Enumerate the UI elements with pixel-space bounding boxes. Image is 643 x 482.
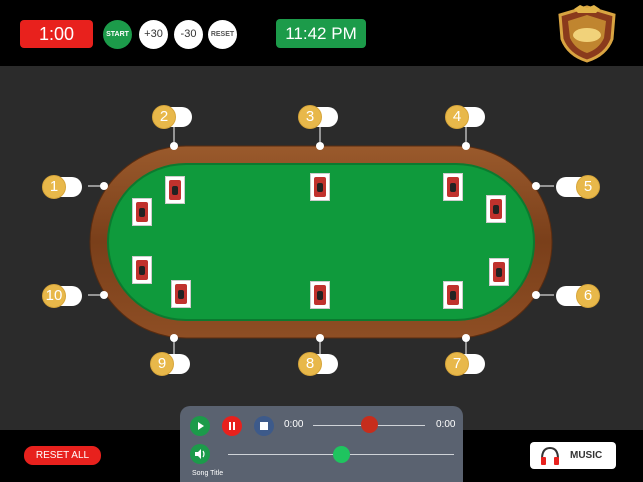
seat-3[interactable]: 3 xyxy=(298,105,346,129)
play-button[interactable] xyxy=(190,416,210,436)
seat-1[interactable]: 1 xyxy=(42,175,90,199)
seat-8[interactable]: 8 xyxy=(298,352,346,376)
countdown-timer: 1:00 xyxy=(20,20,93,48)
seat-6[interactable]: 6 xyxy=(554,284,602,308)
card-back-icon[interactable] xyxy=(310,173,330,201)
seat-10[interactable]: 10 xyxy=(42,284,90,308)
top-bar: 1:00 START +30 -30 RESET 11:42 PM xyxy=(0,0,643,66)
card-back-icon[interactable] xyxy=(443,281,463,309)
card-back-icon[interactable] xyxy=(443,173,463,201)
seat-number: 4 xyxy=(445,105,469,129)
volume-icon xyxy=(195,449,205,459)
seat-number: 3 xyxy=(298,105,322,129)
seat-number: 2 xyxy=(152,105,176,129)
music-label: MUSIC xyxy=(570,450,603,461)
card-back-icon[interactable] xyxy=(171,280,191,308)
pause-button[interactable] xyxy=(222,416,242,436)
seat-2[interactable]: 2 xyxy=(152,105,200,129)
logo-shield-icon xyxy=(558,5,616,63)
current-time: 0:00 xyxy=(284,419,304,430)
card-back-icon[interactable] xyxy=(486,195,506,223)
volume-button[interactable] xyxy=(190,444,210,464)
card-back-icon[interactable] xyxy=(310,281,330,309)
headphones-icon xyxy=(541,446,559,465)
minus-30-button[interactable]: -30 xyxy=(174,20,203,49)
seat-5[interactable]: 5 xyxy=(554,175,602,199)
seat-number: 1 xyxy=(42,175,66,199)
seat-7[interactable]: 7 xyxy=(445,352,493,376)
play-icon xyxy=(198,422,204,430)
start-button[interactable]: START xyxy=(103,20,132,49)
plus-30-button[interactable]: +30 xyxy=(139,20,168,49)
pause-icon xyxy=(229,422,235,430)
song-title: Song Title xyxy=(192,470,224,477)
stop-icon xyxy=(260,422,268,430)
seat-4[interactable]: 4 xyxy=(445,105,493,129)
card-back-icon[interactable] xyxy=(165,176,185,204)
card-back-icon[interactable] xyxy=(132,198,152,226)
volume-slider-knob[interactable] xyxy=(332,446,350,463)
card-back-icon[interactable] xyxy=(132,256,152,284)
stop-button[interactable] xyxy=(254,416,274,436)
seat-number: 5 xyxy=(576,175,600,199)
progress-slider-knob[interactable] xyxy=(360,416,378,433)
seat-number: 7 xyxy=(445,352,469,376)
seat-number: 6 xyxy=(576,284,600,308)
music-button[interactable]: MUSIC xyxy=(530,442,616,469)
seat-9[interactable]: 9 xyxy=(150,352,198,376)
seat-number: 8 xyxy=(298,352,322,376)
reset-timer-button[interactable]: RESET xyxy=(208,20,237,49)
seat-number: 9 xyxy=(150,352,174,376)
clock-display: 11:42 PM xyxy=(276,19,366,48)
music-player: 0:00 0:00 Song Title xyxy=(180,406,463,482)
total-time: 0:00 xyxy=(436,419,456,430)
card-back-icon[interactable] xyxy=(489,258,509,286)
seat-number: 10 xyxy=(42,284,66,308)
reset-all-button[interactable]: RESET ALL xyxy=(24,446,101,465)
